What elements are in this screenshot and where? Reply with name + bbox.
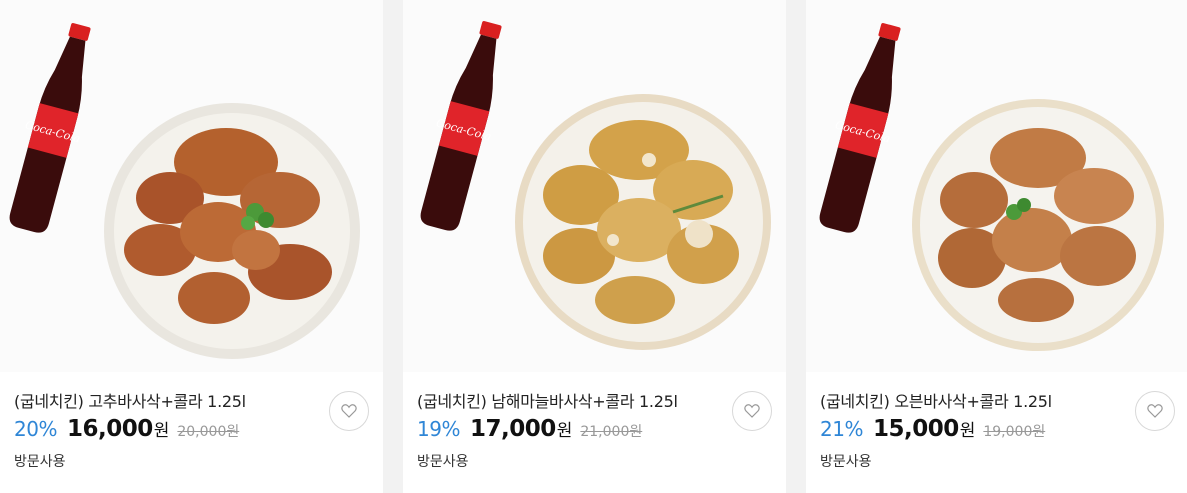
discount-rate: 21% bbox=[820, 417, 863, 441]
price-row: 20% 16,000원 20,000원 bbox=[14, 416, 239, 442]
price-row: 21% 15,000원 19,000원 bbox=[820, 416, 1045, 442]
heart-icon bbox=[341, 404, 357, 418]
currency-label: 원 bbox=[153, 421, 170, 441]
product-title[interactable]: (굽네치킨) 고추바사삭+콜라 1.25l bbox=[14, 388, 246, 412]
heart-icon bbox=[1147, 404, 1163, 418]
original-price: 20,000원 bbox=[177, 424, 240, 440]
product-info: (굽네치킨) 남해마늘바사삭+콜라 1.25l 19% 17,000원 21,000… bbox=[403, 372, 786, 493]
product-image[interactable]: Coca-Cola bbox=[806, 0, 1187, 372]
product-card[interactable]: Coca-Cola bbox=[0, 0, 383, 493]
product-grid: Coca-Cola (굽네치킨) 고추바사삭+콜라 1.25l 20% 16,0… bbox=[0, 0, 1187, 493]
chicken-plate-image bbox=[515, 94, 771, 350]
currency-label: 원 bbox=[556, 421, 573, 441]
sale-price: 15,000 bbox=[872, 416, 959, 442]
chicken-plate-image bbox=[104, 103, 360, 359]
sale-price: 17,000 bbox=[469, 416, 556, 442]
cola-bottle-image: Coca-Cola bbox=[819, 23, 901, 233]
usage-tag: 방문사용 bbox=[417, 454, 469, 470]
product-info: (굽네치킨) 고추바사삭+콜라 1.25l 20% 16,000원 20,000원 … bbox=[0, 372, 383, 493]
usage-tag: 방문사용 bbox=[14, 454, 66, 470]
heart-icon bbox=[744, 404, 760, 418]
original-price: 21,000원 bbox=[580, 424, 643, 440]
product-info: (굽네치킨) 오븐바사삭+콜라 1.25l 21% 15,000원 19,000원 … bbox=[806, 372, 1187, 493]
price-row: 19% 17,000원 21,000원 bbox=[417, 416, 642, 442]
currency-label: 원 bbox=[959, 421, 976, 441]
discount-rate: 20% bbox=[14, 417, 57, 441]
product-title[interactable]: (굽네치킨) 남해마늘바사삭+콜라 1.25l bbox=[417, 388, 678, 412]
wishlist-button[interactable] bbox=[329, 391, 369, 431]
wishlist-button[interactable] bbox=[1135, 391, 1175, 431]
product-card[interactable]: Coca-Cola bbox=[403, 0, 786, 493]
wishlist-button[interactable] bbox=[732, 391, 772, 431]
cola-bottle-image: Coca-Cola bbox=[420, 21, 502, 231]
original-price: 19,000원 bbox=[983, 424, 1046, 440]
discount-rate: 19% bbox=[417, 417, 460, 441]
product-image[interactable]: Coca-Cola bbox=[0, 0, 383, 372]
chicken-plate-image bbox=[912, 99, 1164, 351]
sale-price: 16,000 bbox=[66, 416, 153, 442]
usage-tag: 방문사용 bbox=[820, 454, 872, 470]
product-image[interactable]: Coca-Cola bbox=[403, 0, 786, 372]
product-title[interactable]: (굽네치킨) 오븐바사삭+콜라 1.25l bbox=[820, 388, 1052, 412]
product-card[interactable]: Coca-Cola (굽네치킨) 오븐바사삭+콜라 1.25l 21% 15,0… bbox=[806, 0, 1187, 493]
cola-bottle-image: Coca-Cola bbox=[9, 23, 91, 233]
